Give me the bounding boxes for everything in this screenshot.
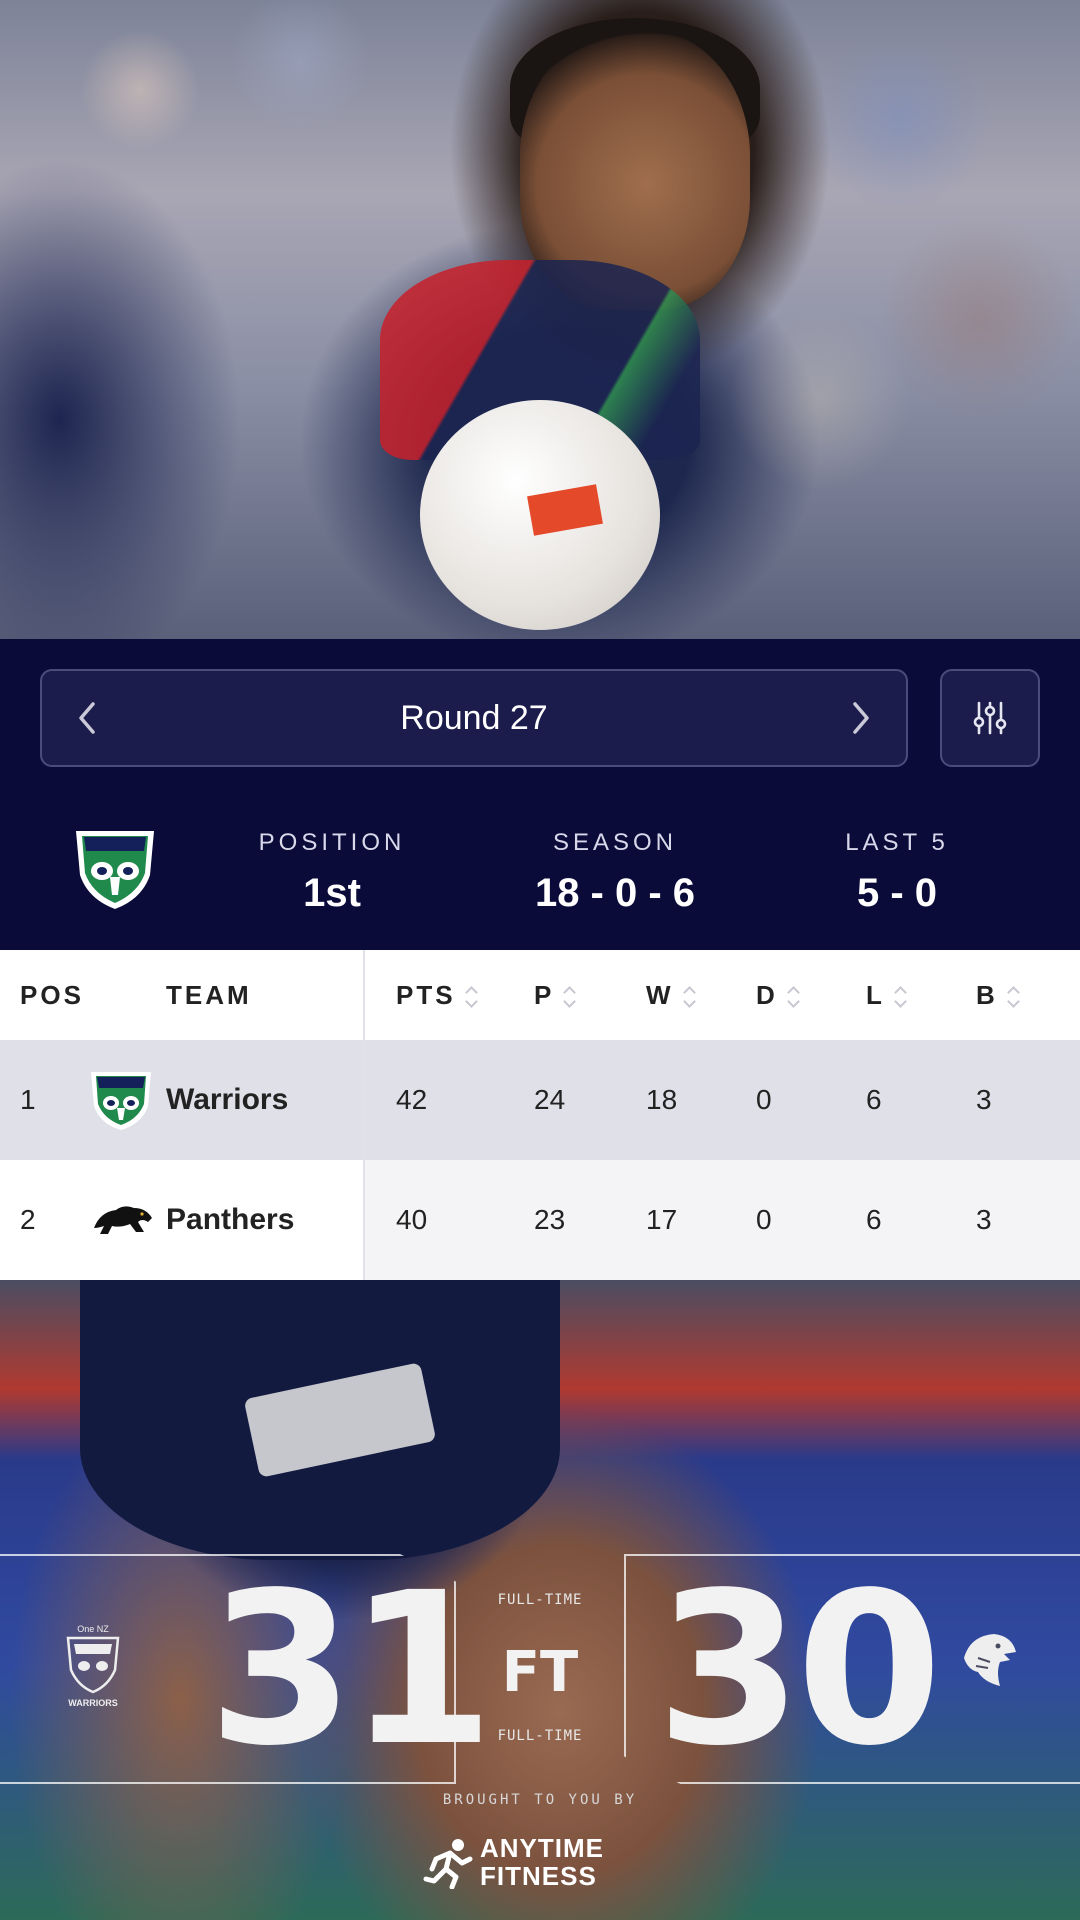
table-row[interactable]: 2 Panthers 40 23 17 0 6 3 — [0, 1160, 1080, 1280]
header-pos: POS — [20, 980, 84, 1010]
warriors-crest: One NZ WARRIORS — [66, 1624, 120, 1708]
position-value: 1st — [303, 871, 361, 915]
table-header: POS TEAM PTS P W D L B — [0, 950, 1080, 1040]
sort-icon — [788, 985, 800, 1009]
sort-icon — [684, 985, 696, 1009]
header-w[interactable]: W — [646, 950, 696, 1040]
chevron-left-icon — [79, 702, 95, 734]
brought-to-you-by: BROUGHT TO YOU BY — [442, 1792, 638, 1808]
row-p: 24 — [534, 1084, 566, 1115]
status-full-time-bottom: FULL-TIME — [497, 1728, 583, 1744]
next-round-button[interactable] — [816, 671, 906, 765]
table-row[interactable]: 1 Warriors 42 24 18 0 6 3 — [0, 1040, 1080, 1160]
round-selector: Round 27 — [40, 669, 908, 767]
sort-icon — [564, 985, 576, 1009]
header-pts[interactable]: PTS — [396, 950, 478, 1040]
panthers-logo — [94, 1206, 152, 1234]
row-w: 17 — [646, 1204, 678, 1235]
row-b: 3 — [976, 1084, 992, 1115]
sort-icon — [1008, 985, 1020, 1009]
anytime-fitness-logo: ANYTIME FITNESS — [420, 1835, 640, 1895]
row-pts: 40 — [396, 1204, 428, 1235]
column-divider — [363, 950, 365, 1280]
away-score: 30 — [656, 1547, 942, 1792]
ladder-table: POS TEAM PTS P W D L B 1 Warriors 42 24 … — [0, 950, 1080, 1280]
row-pos: 1 — [20, 1084, 36, 1115]
status-full-time-top: FULL-TIME — [497, 1592, 583, 1608]
header-d[interactable]: D — [756, 950, 800, 1040]
header-p[interactable]: P — [534, 950, 576, 1040]
header-b[interactable]: B — [976, 950, 1020, 1040]
filter-button[interactable] — [940, 669, 1040, 767]
crest-bottom-text: WARRIORS — [68, 1698, 118, 1708]
row-team: Warriors — [166, 1083, 289, 1116]
row-p: 23 — [534, 1204, 566, 1235]
header-p-label: P — [534, 980, 555, 1010]
last5-value: 5 - 0 — [856, 871, 938, 915]
row-b: 3 — [976, 1204, 992, 1235]
row-d: 0 — [756, 1084, 772, 1115]
season-label: SEASON — [552, 829, 678, 856]
header-l-label: L — [866, 980, 885, 1010]
season-stat: SEASON 18 - 0 - 6 — [495, 829, 735, 916]
row-d: 0 — [756, 1204, 772, 1235]
round-title: Round 27 — [400, 699, 548, 737]
football — [420, 400, 660, 630]
row-pts: 42 — [396, 1084, 428, 1115]
last5-label: LAST 5 — [845, 829, 949, 856]
row-l: 6 — [866, 1204, 882, 1235]
row-w: 18 — [646, 1084, 678, 1115]
header-d-label: D — [756, 980, 778, 1010]
position-stat: POSITION 1st — [212, 829, 452, 916]
last5-stat: LAST 5 5 - 0 — [777, 829, 1017, 916]
row-pos: 2 — [20, 1204, 36, 1235]
result-graphic: One NZ WARRIORS 31 30 FULL-TIME FT FULL-… — [0, 1280, 1080, 1920]
eagle-logo — [964, 1634, 1016, 1686]
warriors-logo — [76, 831, 154, 909]
row-l: 6 — [866, 1084, 882, 1115]
round-summary-panel: Round 27 POSITION 1st SEASON 18 - 0 - 6 … — [0, 639, 1080, 950]
row-team: Panthers — [166, 1203, 295, 1236]
hero-photo — [0, 0, 1080, 639]
status-ft: FT — [501, 1640, 579, 1705]
season-value: 18 - 0 - 6 — [534, 871, 696, 915]
filter-sliders-icon — [973, 701, 1007, 735]
sort-icon — [466, 985, 478, 1009]
header-team: TEAM — [166, 980, 252, 1010]
header-l[interactable]: L — [866, 950, 907, 1040]
sponsor-name-line1: ANYTIME — [480, 1833, 604, 1863]
runner-icon — [423, 1839, 473, 1889]
previous-round-button[interactable] — [42, 671, 132, 765]
sort-icon — [895, 985, 907, 1009]
position-label: POSITION — [258, 829, 406, 856]
home-score: 31 — [208, 1547, 494, 1792]
sponsor-name-line2: FITNESS — [480, 1861, 597, 1891]
chevron-right-icon — [853, 702, 869, 734]
warriors-logo — [88, 1068, 154, 1132]
header-b-label: B — [976, 980, 998, 1010]
header-pts-label: PTS — [396, 980, 456, 1010]
crest-top-text: One NZ — [77, 1624, 109, 1634]
header-w-label: W — [646, 980, 674, 1010]
